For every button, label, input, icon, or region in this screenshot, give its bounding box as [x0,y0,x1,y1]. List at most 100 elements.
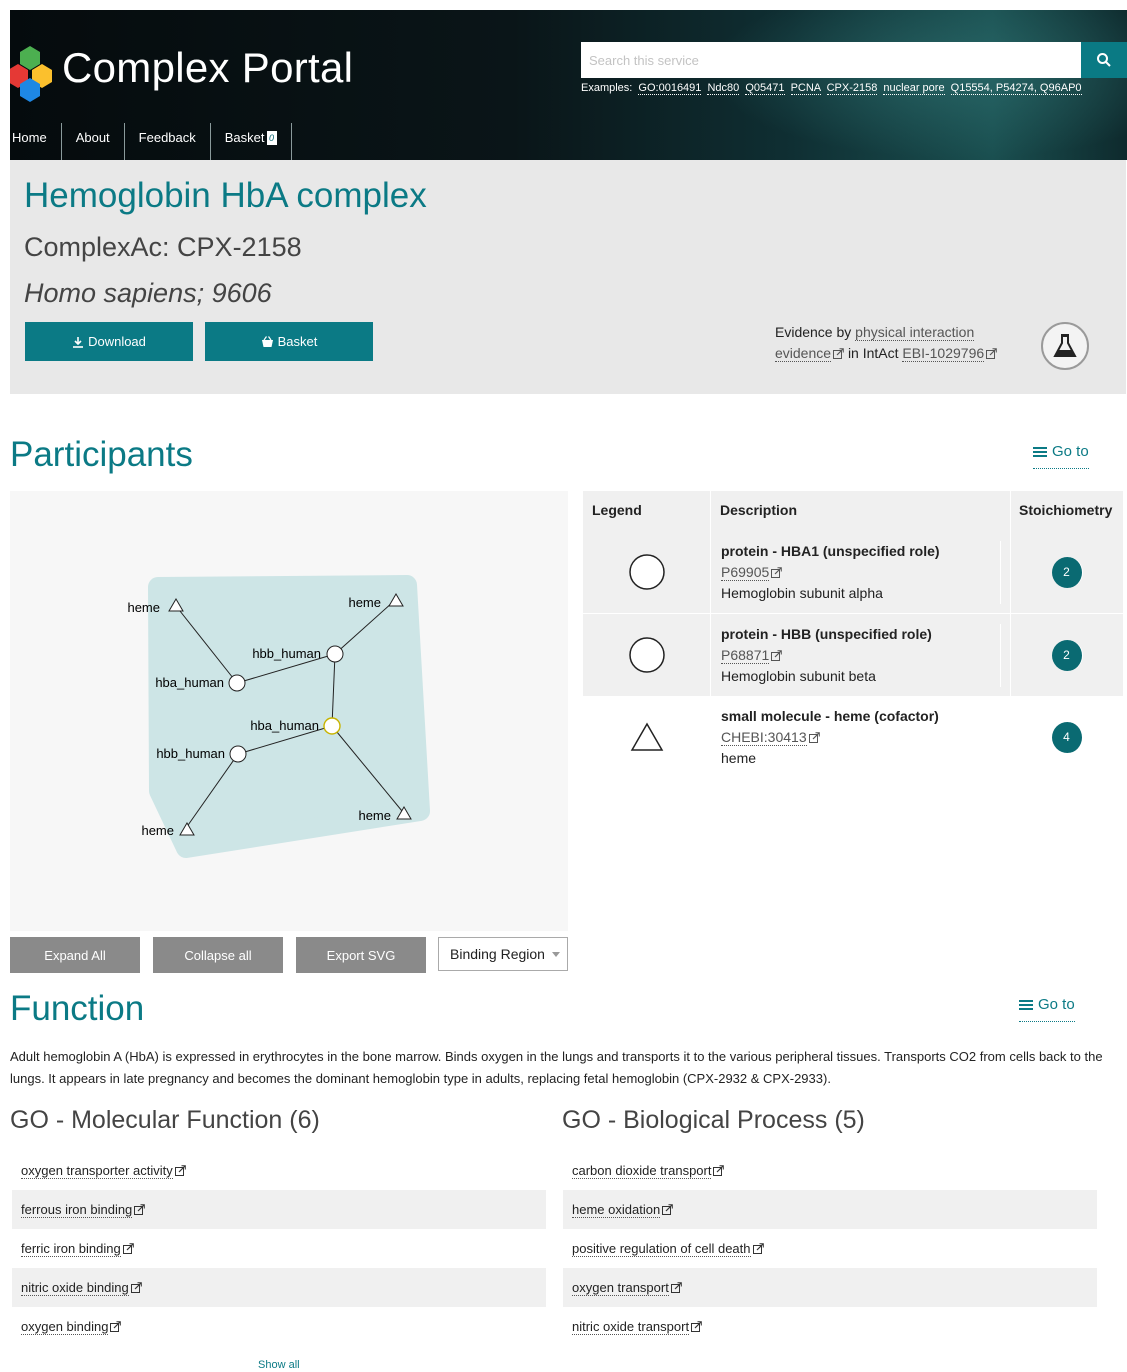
stoichiometry-badge: 2 [1051,556,1083,588]
interaction-network-viewer[interactable]: heme heme hbb_human hba_human hba_human … [10,491,568,931]
network-graph[interactable]: heme heme hbb_human hba_human hba_human … [10,491,568,931]
evidence-flask-badge [1041,322,1089,370]
circle-shape-icon [628,554,665,590]
example-link[interactable]: CPX-2158 [826,82,878,95]
nav-feedback[interactable]: Feedback [125,123,211,160]
description-cell: protein - HBB (unspecified role) P68871 … [711,614,1011,696]
collapse-all-button[interactable]: Collapse all [153,937,283,973]
participant-name: small molecule - heme (cofactor) [721,706,1001,727]
example-link[interactable]: Q15554, P54274, Q96AP0 [950,82,1082,95]
external-link-icon [670,1282,682,1293]
binding-region-select[interactable]: Binding Region [438,937,568,971]
legend-cell [583,531,711,613]
svg-text:hbb_human: hbb_human [252,646,321,661]
nav-basket[interactable]: Basket 0 [211,123,292,160]
participant-description: heme [721,748,1001,769]
column-header-legend: Legend [583,491,711,531]
go-term-link[interactable]: positive regulation of cell death [572,1241,751,1257]
nav-home[interactable]: Home [10,123,62,160]
go-biological-process-list: carbon dioxide transport heme oxidation … [563,1151,1097,1346]
external-link-icon [752,1243,764,1254]
example-link[interactable]: GO:0016491 [638,82,702,95]
function-goto-link[interactable]: Go to [1019,996,1075,1022]
page-title: Hemoglobin HbA complex [24,176,427,215]
show-all-link[interactable]: Show all [258,1359,300,1371]
go-term-link[interactable]: nitric oxide transport [572,1319,690,1335]
search-input[interactable] [581,42,1081,78]
table-row: small molecule - heme (cofactor) CHEBI:3… [583,696,1124,778]
go-term-link[interactable]: nitric oxide binding [21,1280,129,1296]
legend-cell [583,614,711,696]
external-link-icon [713,1165,725,1176]
flask-icon [1053,334,1077,357]
download-button[interactable]: Download [25,322,193,361]
menu-icon [1033,446,1047,457]
external-link-icon [833,348,844,359]
external-link-icon [808,732,820,743]
expand-all-button[interactable]: Expand All [10,937,140,973]
external-link-icon [174,1165,186,1176]
svg-text:heme: heme [127,600,160,615]
description-cell: small molecule - heme (cofactor) CHEBI:3… [711,696,1011,778]
go-term-link[interactable]: oxygen binding [21,1319,109,1335]
network-node[interactable]: hbb_human [156,745,247,763]
function-heading: Function [10,989,145,1028]
go-term-link[interactable]: oxygen transporter activity [21,1163,173,1179]
participants-goto-link[interactable]: Go to [1033,443,1089,469]
svg-text:heme: heme [141,823,174,838]
complex-header: Hemoglobin HbA complex ComplexAc: CPX-21… [10,160,1126,394]
go-biological-process-heading: GO - Biological Process (5) [562,1106,865,1134]
example-link[interactable]: Q05471 [745,82,785,95]
nav-about[interactable]: About [62,123,125,160]
list-item: positive regulation of cell death [563,1229,1097,1268]
example-link[interactable]: PCNA [790,82,821,95]
go-term-link[interactable]: oxygen transport [572,1280,669,1296]
participant-id-link[interactable]: CHEBI:30413 [721,729,807,746]
list-item: carbon dioxide transport [563,1151,1097,1190]
download-icon [73,336,84,348]
participant-id-link[interactable]: P69905 [721,564,770,581]
table-header: Legend Description Stoichiometry [583,491,1124,531]
network-node[interactable]: hbb_human [252,645,344,663]
column-header-stoichiometry: Stoichiometry [1011,491,1124,531]
external-link-icon [134,1204,146,1215]
network-node[interactable]: hba_human [155,674,246,692]
external-link-icon [771,650,783,661]
description-cell: protein - HBA1 (unspecified role) P69905… [711,531,1011,613]
intact-link[interactable]: EBI-1029796 [902,345,985,362]
list-item: oxygen binding [12,1307,546,1346]
stoichiometry-cell: 2 [1011,531,1124,613]
go-term-link[interactable]: ferrous iron binding [21,1202,133,1218]
external-link-icon [771,567,783,578]
circle-shape-icon [628,637,665,673]
list-item: nitric oxide binding [12,1268,546,1307]
legend-cell [583,696,711,778]
search-bar [581,42,1127,78]
complex-species: Homo sapiens; 9606 [24,278,272,308]
complex-accession: ComplexAc: CPX-2158 [24,232,302,262]
triangle-shape-icon [630,722,663,751]
basket-icon [261,335,273,347]
svg-text:hbb_human: hbb_human [156,746,225,761]
stoichiometry-badge: 4 [1051,721,1083,753]
example-link[interactable]: Ndc80 [707,82,740,95]
list-item: oxygen transport [563,1268,1097,1307]
brand-name[interactable]: Complex Portal [62,44,353,92]
svg-text:heme: heme [358,808,391,823]
network-node[interactable]: hba_human [250,717,341,735]
menu-icon [1019,999,1033,1010]
go-term-link[interactable]: ferric iron binding [21,1241,121,1257]
main-nav: Home About Feedback Basket 0 [10,123,292,160]
go-term-link[interactable]: heme oxidation [572,1202,661,1218]
list-item: oxygen transporter activity [12,1151,546,1190]
export-svg-button[interactable]: Export SVG [296,937,426,973]
participant-description: Hemoglobin subunit alpha [721,583,1001,604]
go-term-link[interactable]: carbon dioxide transport [572,1163,712,1179]
example-link[interactable]: nuclear pore [883,82,945,95]
list-item: heme oxidation [563,1190,1097,1229]
participant-id-link[interactable]: P68871 [721,647,770,664]
search-button[interactable] [1081,42,1127,78]
search-examples: Examples: GO:0016491 Ndc80 Q05471 PCNA C… [581,82,1082,95]
basket-button[interactable]: Basket [205,322,373,361]
function-description: Adult hemoglobin A (HbA) is expressed in… [10,1049,1103,1086]
